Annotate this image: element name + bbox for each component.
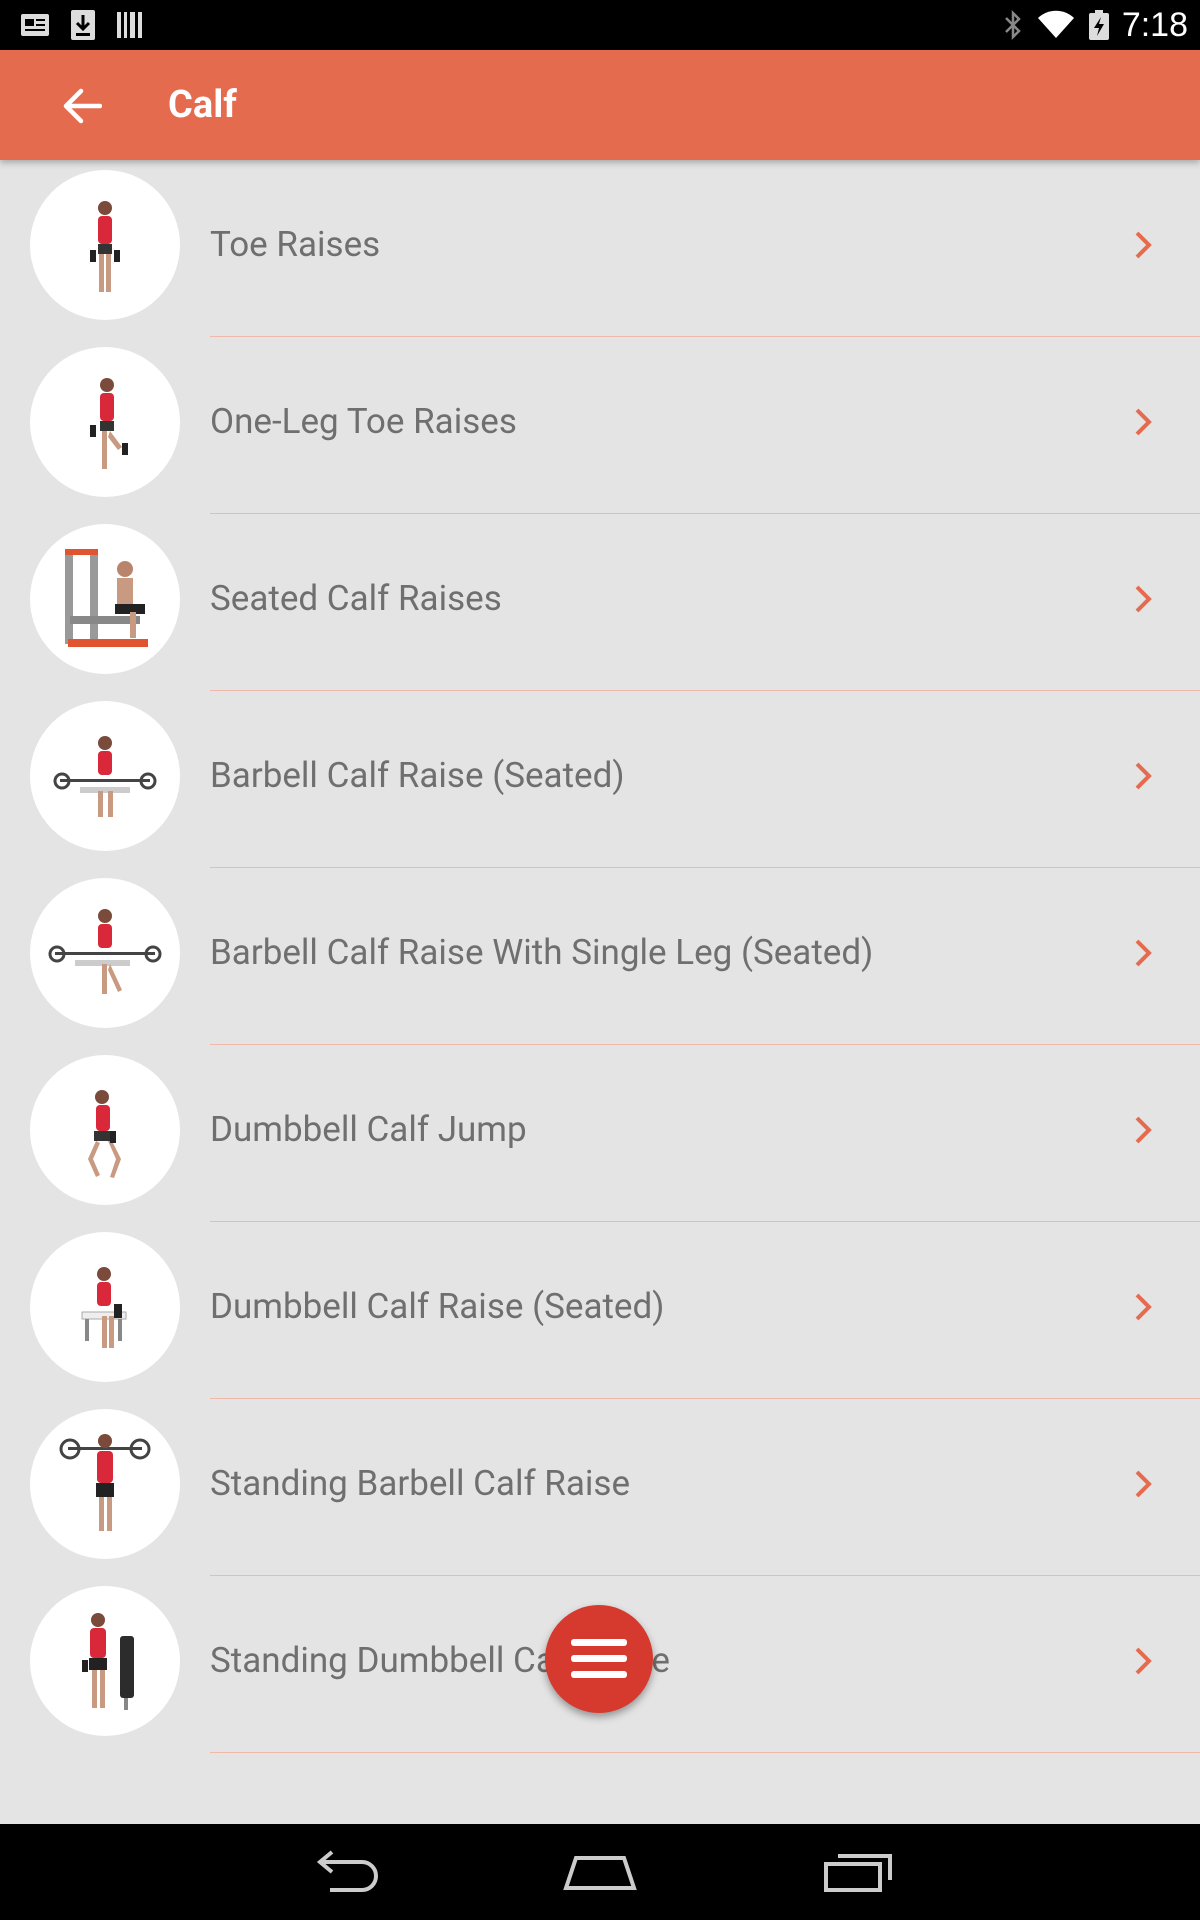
chevron-right-icon — [1135, 585, 1152, 613]
wifi-icon — [1037, 10, 1074, 39]
battery-charging-icon — [1088, 10, 1109, 40]
chevron-right-icon — [1135, 231, 1152, 259]
nav-back-icon — [316, 1850, 378, 1892]
system-icons: 7:18 — [1002, 0, 1188, 50]
divider — [210, 1752, 1200, 1753]
figure-calf-jump-icon — [88, 1090, 121, 1178]
exercise-label: Dumbbell Calf Jump — [210, 1109, 527, 1150]
exercise-thumbnail — [30, 878, 180, 1028]
chevron-right-icon — [1135, 1470, 1152, 1498]
exercise-thumbnail — [30, 1586, 180, 1736]
list-item[interactable]: Dumbbell Calf Jump — [0, 1045, 1200, 1222]
nav-home-icon — [563, 1856, 637, 1890]
list-item[interactable]: One-Leg Toe Raises — [0, 337, 1200, 514]
menu-fab-button[interactable] — [545, 1605, 653, 1713]
exercise-label: Barbell Calf Raise (Seated) — [210, 755, 625, 796]
barcode-icon — [117, 12, 142, 38]
list-item[interactable]: Standing Barbell Calf Raise — [0, 1399, 1200, 1576]
news-icon — [21, 14, 49, 36]
notification-icons — [20, 0, 144, 50]
chevron-right-icon — [1135, 762, 1152, 790]
download-icon — [71, 10, 95, 40]
chevron-right-icon — [1135, 1293, 1152, 1321]
figure-standing-dumbbell-icon — [82, 1613, 134, 1710]
nav-recents-icon — [824, 1854, 892, 1892]
figure-seated-barbell-icon — [53, 736, 157, 817]
system-nav-bar — [0, 1824, 1200, 1920]
status-bar: 7:18 — [0, 0, 1200, 50]
chevron-right-icon — [1135, 939, 1152, 967]
figure-standing-barbell-icon — [59, 1434, 151, 1531]
figure-one-leg-icon — [90, 378, 128, 469]
menu-icon — [571, 1639, 627, 1678]
page-title: Calf — [168, 83, 237, 127]
list-item[interactable]: Toe Raises — [0, 160, 1200, 337]
figure-seated-single-leg-icon — [48, 909, 162, 994]
chevron-right-icon — [1135, 1116, 1152, 1144]
exercise-thumbnail — [30, 1055, 180, 1205]
list-item[interactable]: Seated Calf Raises — [0, 514, 1200, 691]
exercise-label: Dumbbell Calf Raise (Seated) — [210, 1286, 665, 1327]
nav-back-button[interactable] — [306, 1842, 382, 1902]
chevron-right-icon — [1135, 1647, 1152, 1675]
exercise-thumbnail — [30, 524, 180, 674]
exercise-list: Toe Raises One-Leg Toe Raises Seated Cal… — [0, 160, 1200, 1753]
exercise-thumbnail — [30, 701, 180, 851]
exercise-label: Standing Barbell Calf Raise — [210, 1463, 631, 1504]
list-item[interactable]: Dumbbell Calf Raise (Seated) — [0, 1222, 1200, 1399]
bluetooth-icon — [1004, 9, 1021, 41]
calf-machine-icon — [65, 549, 148, 647]
chevron-right-icon — [1135, 408, 1152, 436]
figure-standing-icon — [90, 201, 120, 292]
list-item[interactable]: Barbell Calf Raise With Single Leg (Seat… — [0, 868, 1200, 1045]
arrow-back-icon — [63, 88, 102, 124]
status-time: 7:18 — [1121, 5, 1188, 44]
exercise-thumbnail — [30, 1409, 180, 1559]
list-item[interactable]: Barbell Calf Raise (Seated) — [0, 691, 1200, 868]
figure-seated-dumbbell-icon — [81, 1267, 127, 1348]
back-button[interactable] — [52, 76, 112, 136]
exercise-label: Seated Calf Raises — [210, 578, 502, 619]
app-bar: Calf — [0, 50, 1200, 160]
exercise-thumbnail — [30, 170, 180, 320]
exercise-label: Barbell Calf Raise With Single Leg (Seat… — [210, 932, 874, 973]
exercise-thumbnail — [30, 347, 180, 497]
exercise-label: Toe Raises — [210, 224, 381, 265]
nav-home-button[interactable] — [560, 1842, 640, 1902]
nav-recents-button[interactable] — [818, 1842, 898, 1902]
exercise-thumbnail — [30, 1232, 180, 1382]
exercise-label: One-Leg Toe Raises — [210, 401, 517, 442]
